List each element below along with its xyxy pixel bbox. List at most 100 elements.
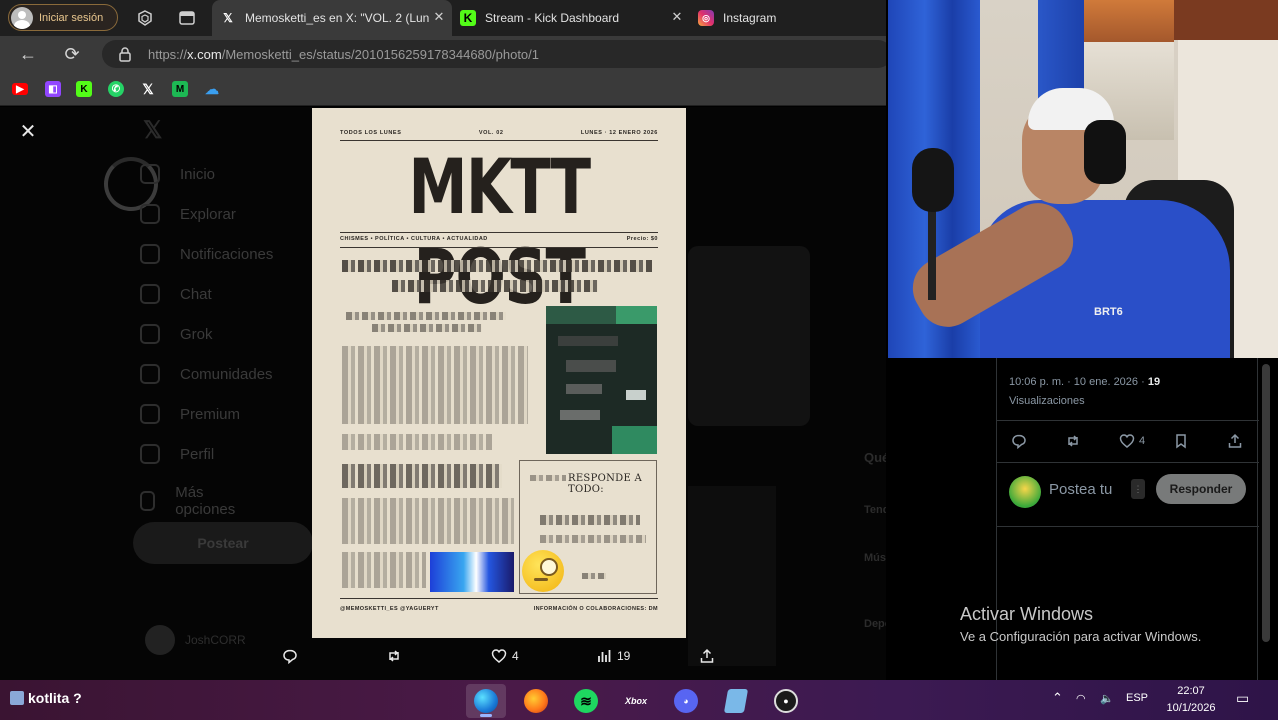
post-button[interactable]: Postear xyxy=(133,522,313,564)
bell-icon xyxy=(140,244,160,264)
nav-label: Más opciones xyxy=(175,484,236,518)
taskbar-edge[interactable] xyxy=(466,684,506,718)
nav-item-comunidades[interactable]: Comunidades xyxy=(140,364,273,384)
profile-button[interactable]: Iniciar sesión xyxy=(8,4,118,31)
reply-input[interactable]: Postea tu xyxy=(1049,481,1112,498)
notifications-icon[interactable]: ▭ xyxy=(1236,690,1249,707)
pixelated-photo xyxy=(546,306,657,454)
cloud-icon[interactable]: ☁ xyxy=(204,81,220,97)
monocle-face-icon xyxy=(522,550,564,592)
clock-date: 10/1/2026 xyxy=(1166,702,1216,714)
nav-item-premium[interactable]: Premium xyxy=(140,404,240,424)
newspaper-volume: VOL. 02 xyxy=(478,130,504,136)
newspaper-sections: CHISMES • POLÍTICA • CULTURA • ACTUALIDA… xyxy=(340,236,658,242)
pixelated-text-block xyxy=(342,346,528,424)
like-button[interactable]: 4 xyxy=(1119,432,1153,450)
share-button[interactable] xyxy=(1227,432,1247,450)
pixelated-text xyxy=(372,324,482,332)
newspaper-topline: TODOS LOS LUNES VOL. 02 LUNES · 12 ENERO… xyxy=(340,130,658,136)
footer-handles: @MEMOSKETTI_ES @YAGUERYT xyxy=(340,606,439,612)
post-timestamp[interactable]: 10:06 p. m. · 10 ene. 2026 · 19 xyxy=(1009,376,1160,388)
people-icon xyxy=(140,364,160,384)
address-bar: ← ⟳ https://x.com/Memosketti_es/status/2… xyxy=(0,36,892,72)
taskbar-spotify[interactable]: ≋ xyxy=(566,684,606,718)
site-info-icon[interactable] xyxy=(118,46,132,62)
scrollbar-thumb[interactable] xyxy=(1262,364,1270,642)
notepad-icon xyxy=(723,689,749,713)
taskbar-obs[interactable]: ● xyxy=(766,684,806,718)
home-icon xyxy=(140,164,160,184)
divider xyxy=(997,420,1259,421)
mail-icon xyxy=(140,284,160,304)
nav-item-grok[interactable]: Grok xyxy=(140,324,213,344)
reload-icon[interactable]: ⟳ xyxy=(62,44,82,64)
like-button[interactable]: 4 xyxy=(491,648,519,664)
share-button[interactable] xyxy=(699,648,720,664)
pixelated-text xyxy=(582,573,606,579)
kick-icon[interactable]: K xyxy=(76,81,92,97)
taskbar-widget[interactable]: kotlita ? xyxy=(10,690,82,706)
newspaper-frequency: TODOS LOS LUNES xyxy=(340,130,402,136)
share-icon xyxy=(700,648,714,663)
reply-submit-button[interactable]: Responder xyxy=(1156,474,1246,504)
nav-label: Comunidades xyxy=(180,365,273,383)
url-field[interactable]: https://x.com/Memosketti_es/status/20101… xyxy=(102,40,892,68)
more-icon xyxy=(140,491,156,511)
dimmed-post-preview-lower xyxy=(688,486,776,666)
xbox-icon: Xbox xyxy=(624,696,647,706)
widget-label: kotlita ? xyxy=(28,690,82,706)
bookmark-button[interactable] xyxy=(1173,432,1193,450)
nav-item-notificaciones[interactable]: Notificaciones xyxy=(140,244,273,264)
language-indicator[interactable]: ESP xyxy=(1126,692,1148,704)
taskbar-discord[interactable]: ◕ xyxy=(666,684,706,718)
views-button[interactable]: 19 xyxy=(596,648,630,664)
repost-button[interactable] xyxy=(1065,432,1085,450)
pixelated-text xyxy=(530,475,566,481)
nav-item-inicio[interactable]: Inicio xyxy=(140,164,215,184)
tab-x-post[interactable]: 𝕏 Memosketti_es en X: "VOL. 2 (Lun ✕ xyxy=(212,0,452,36)
tab-title: Instagram xyxy=(723,11,777,25)
newspaper-footer: @MEMOSKETTI_ES @YAGUERYT INFORMACIÓN O C… xyxy=(340,606,658,612)
youtube-icon[interactable]: ▶ xyxy=(12,83,28,95)
like-count: 4 xyxy=(512,649,519,663)
newspaper-date: LUNES · 12 ENERO 2026 xyxy=(580,130,658,136)
close-tab-icon[interactable]: ✕ xyxy=(432,10,446,24)
pixelated-headline xyxy=(392,280,598,292)
obs-icon: ● xyxy=(774,689,798,713)
reply-icon xyxy=(283,649,297,664)
nav-item-explorar[interactable]: Explorar xyxy=(140,204,236,224)
kick-icon: K xyxy=(460,10,476,26)
workspaces-icon[interactable] xyxy=(136,9,154,27)
reply-button[interactable] xyxy=(282,648,303,664)
x-icon[interactable]: 𝕏 xyxy=(140,81,156,97)
close-tab-icon[interactable]: ✕ xyxy=(670,10,684,24)
volume-icon[interactable]: 🔈 xyxy=(1100,692,1114,705)
back-arrow-icon[interactable]: ← xyxy=(18,44,38,64)
profile-label: Iniciar sesión xyxy=(39,11,104,24)
whatsapp-icon[interactable]: ✆ xyxy=(108,81,124,97)
reply-icon xyxy=(1012,434,1026,449)
repost-button[interactable] xyxy=(386,648,407,664)
medium-icon[interactable]: M xyxy=(172,81,188,97)
tab-actions-icon[interactable] xyxy=(178,9,196,27)
tray-overflow-icon[interactable]: ⌃ xyxy=(1052,690,1063,706)
clock[interactable]: 22:07 10/1/2026 xyxy=(1160,683,1222,717)
nav-item-mas-opciones[interactable]: Más opciones xyxy=(140,484,240,518)
taskbar-firefox[interactable] xyxy=(516,684,556,718)
nav-item-perfil[interactable]: Perfil xyxy=(140,444,214,464)
profile-avatar-icon xyxy=(11,6,33,29)
spotify-icon: ≋ xyxy=(574,689,598,713)
close-media-icon[interactable]: ✕ xyxy=(18,122,38,142)
reply-button[interactable] xyxy=(1011,432,1031,450)
tab-instagram[interactable]: ◎ Instagram xyxy=(690,0,886,36)
twitch-icon[interactable]: ◧ xyxy=(45,81,61,97)
nav-item-chat[interactable]: Chat xyxy=(140,284,212,304)
tab-kick-dashboard[interactable]: K Stream - Kick Dashboard ✕ xyxy=(452,0,690,36)
wifi-icon[interactable]: ◠ xyxy=(1076,692,1086,705)
taskbar-xbox[interactable]: Xbox xyxy=(616,684,656,718)
url-text: https://x.com/Memosketti_es/status/20101… xyxy=(148,47,539,62)
tab-title: Stream - Kick Dashboard xyxy=(485,11,620,25)
post-image[interactable]: TODOS LOS LUNES VOL. 02 LUNES · 12 ENERO… xyxy=(312,108,686,638)
tab-title: Memosketti_es en X: "VOL. 2 (Lun xyxy=(245,11,430,25)
taskbar-notepad[interactable] xyxy=(716,684,756,718)
